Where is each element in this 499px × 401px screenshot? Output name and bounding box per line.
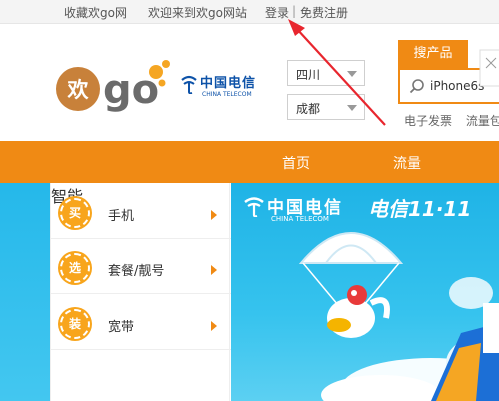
register-link[interactable]: 免费注册 [300, 4, 348, 21]
nav-item-home[interactable]: 首页 [282, 153, 310, 173]
city-value: 成都 [296, 102, 321, 116]
province-select[interactable]: 四川 [287, 60, 365, 86]
telecom-icon [244, 197, 264, 217]
category-phones[interactable]: 买 手机 [51, 189, 231, 239]
promo-title: 电信11·11 [368, 197, 472, 221]
search-icon[interactable] [409, 78, 425, 94]
top-utility-bar: 收藏欢go网 欢迎来到欢go网站 登录 | 免费注册 [0, 0, 499, 24]
huango-logo[interactable]: 欢 go [52, 56, 177, 118]
buy-badge: 买 [60, 198, 90, 228]
banner-telecom-en: CHINA TELECOM [271, 215, 329, 223]
install-badge: 装 [60, 309, 90, 339]
chevron-right-icon [211, 265, 217, 275]
quick-link-data-pack[interactable]: 流量包 [466, 114, 499, 128]
telecom-name-en: CHINA TELECOM [202, 91, 252, 98]
main-nav-bar: 首页 流量 [0, 141, 499, 183]
quick-links: 电子发票 流量包 [404, 112, 499, 129]
welcome-text: 欢迎来到欢go网站 [148, 6, 247, 20]
province-value: 四川 [296, 68, 321, 82]
svg-text:欢: 欢 [67, 78, 90, 102]
telecom-name-cn: 中国电信 [200, 76, 257, 91]
category-plans-numbers[interactable]: 选 套餐/靓号 [51, 244, 231, 294]
nav-item-data[interactable]: 流量 [393, 153, 421, 173]
favorite-site-link[interactable]: 收藏欢go网 [64, 4, 127, 21]
category-label: 手机 [108, 209, 135, 224]
login-link[interactable]: 登录 [265, 4, 289, 21]
quick-link-invoice[interactable]: 电子发票 [404, 114, 452, 128]
category-label: 套餐/靓号 [108, 264, 165, 279]
china-telecom-logo: 中国电信 CHINA TELECOM [180, 72, 270, 108]
chevron-right-icon [211, 321, 217, 331]
city-select[interactable]: 成都 [287, 94, 365, 120]
choose-badge: 选 [60, 253, 90, 283]
background-strip [0, 183, 50, 401]
chevron-down-icon [347, 105, 357, 111]
category-label: 宽带 [108, 320, 135, 335]
chevron-down-icon [347, 71, 357, 77]
partial-panel-edge [479, 49, 499, 87]
category-sidebar: 买 手机 选 套餐/靓号 装 宽带 智能 [50, 183, 231, 401]
promo-banner[interactable]: 中国电信 CHINA TELECOM 电信11·11 [231, 183, 499, 401]
search-products-tab[interactable]: 搜产品 [398, 40, 468, 68]
category-broadband[interactable]: 装 宽带 [51, 300, 231, 350]
chevron-right-icon [211, 210, 217, 220]
telecom-icon [181, 75, 197, 94]
separator: | [292, 4, 297, 18]
